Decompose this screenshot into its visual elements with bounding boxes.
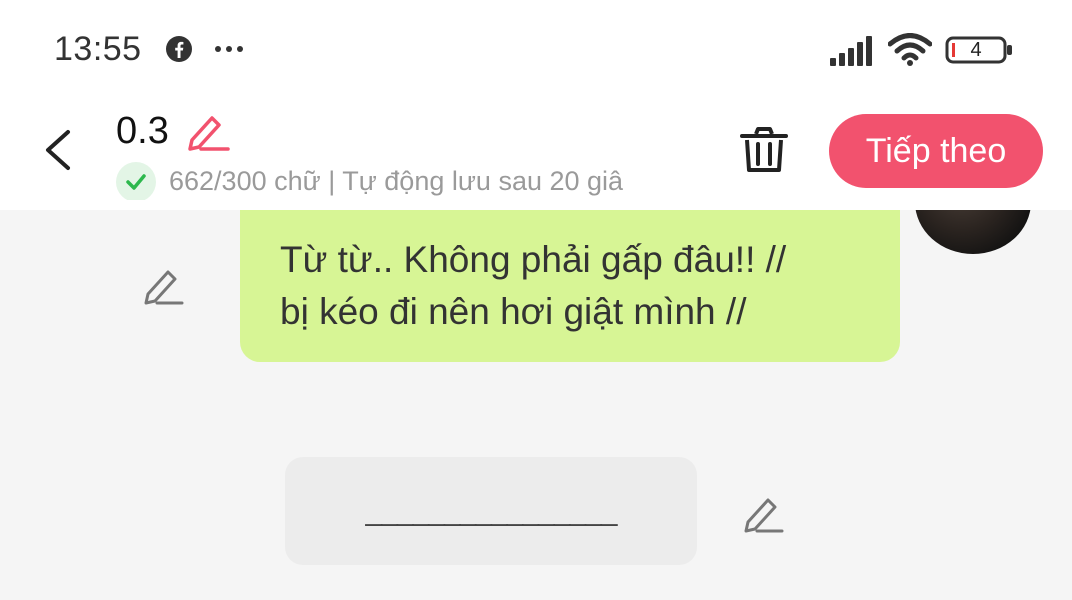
next-button[interactable]: Tiếp theo [829, 114, 1043, 188]
message-bubble[interactable]: Từ từ.. Không phải gấp đâu!! // bị kéo đ… [240, 210, 900, 362]
message-line: bị kéo đi nên hơi giật mình // [280, 291, 747, 332]
avatar[interactable] [915, 210, 1031, 254]
trash-icon[interactable] [738, 124, 790, 176]
blank-placeholder: ________________ [365, 494, 618, 527]
word-count-autosave-text: 662/300 chữ | Tự động lưu sau 20 giâ [169, 166, 624, 196]
clock: 13:55 [54, 30, 142, 68]
battery-level: 4 [970, 39, 982, 61]
back-arrow-icon[interactable] [40, 128, 76, 172]
status-bar: 13:55 4 [0, 0, 1072, 100]
pencil-icon[interactable] [184, 110, 230, 152]
save-status: 662/300 chữ | Tự động lưu sau 20 giâ [116, 160, 696, 200]
message-line: Từ từ.. Không phải gấp đâu!! // [280, 239, 787, 280]
wifi-icon [888, 33, 932, 66]
chat-area[interactable]: Từ từ.. Không phải gấp đâu!! // bị kéo đ… [0, 210, 1072, 600]
signal-icon [830, 36, 872, 66]
more-dots-icon [215, 46, 243, 52]
blank-message-bubble[interactable]: ________________ [285, 457, 697, 565]
check-icon [116, 162, 156, 200]
pencil-icon[interactable] [740, 492, 786, 534]
facebook-icon [166, 36, 192, 62]
chapter-title: 0.3 [116, 110, 169, 152]
pencil-icon[interactable] [140, 264, 186, 306]
editor-header: 0.3 662/300 chữ | Tự động lưu sau 20 giâ… [0, 100, 1072, 210]
